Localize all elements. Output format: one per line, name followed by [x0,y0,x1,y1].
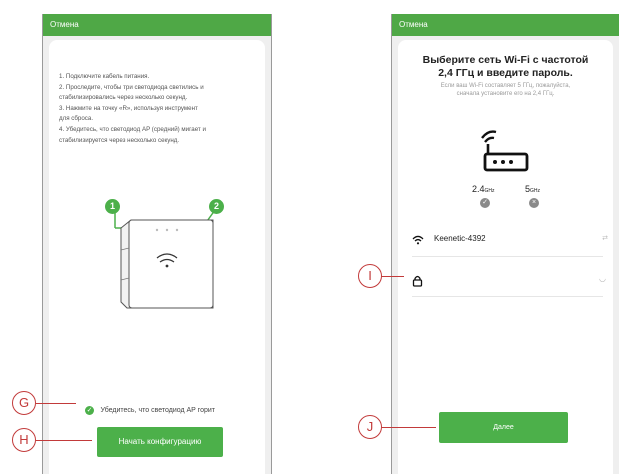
page-subtitle: Если ваш Wi-Fi составляет 5 ГГц, пожалуй… [408,82,603,98]
subtitle-line: сначала установите его на 2,4 ГГц. [456,91,555,97]
start-configuration-button[interactable]: Начать конфигурацию [97,427,223,457]
callout-i: I [358,264,382,288]
title-line: 2,4 ГГц и введите пароль. [438,67,573,79]
badge-1: 1 [105,199,120,214]
band-5-unsupported-icon: × [529,198,539,208]
instruction-line: стабилизировались через несколько секунд… [59,94,188,102]
left-phone-screen: Отмена 1. Подключите кабель питания. 2. … [42,14,272,474]
wifi-network-name: Keenetic-4392 [434,234,486,243]
router-icon [481,130,529,172]
next-button[interactable]: Далее [439,412,568,443]
right-phone-screen: Отмена Выберите сеть Wi-Fi с частотой 2,… [391,14,619,474]
band-5-unit: GHz [530,188,541,194]
title-line: Выберите сеть Wi-Fi с частотой [422,54,589,66]
switch-network-icon[interactable]: ⇄ [602,234,608,242]
password-divider [412,296,603,297]
callout-h-line [36,440,92,442]
band-24-supported-icon: ✓ [480,198,490,208]
instruction-line: 2. Проследите, чтобы три светодиода свет… [59,83,204,91]
instruction-line: для сброса. [59,115,94,123]
password-field-row[interactable]: ◡ [412,274,608,290]
badge-2: 2 [209,199,224,214]
instruction-line: стабилизируется через несколько секунд. [59,136,180,144]
band-5-label: 5GHz [525,184,540,194]
instruction-line: 1. Подключите кабель питания. [59,73,150,80]
confirm-led-text: Убедитесь, что светодиод AP горит [100,407,215,415]
network-divider [412,256,603,257]
setup-instructions-card: 1. Подключите кабель питания. 2. Прослед… [49,40,265,474]
cancel-link-right[interactable]: Отмена [392,14,619,36]
band-24-label: 2.4GHz [472,184,495,194]
callout-g: G [12,391,36,415]
callout-j-line [380,427,436,429]
page-title: Выберите сеть Wi-Fi с частотой 2,4 ГГц и… [398,54,613,80]
cancel-link-left[interactable]: Отмена [43,14,271,36]
callout-g-line [36,403,76,405]
wifi-network-row[interactable]: Keenetic-4392 ⇄ [412,232,608,248]
instructions-list: 1. Подключите кабель питания. 2. Прослед… [59,72,257,146]
show-password-icon[interactable]: ◡ [599,274,606,283]
callout-j: J [358,415,382,439]
instruction-line: 4. Убедитесь, что светодиод AP (средний)… [59,125,206,133]
callout-i-line [380,276,404,278]
wifi-select-card: Выберите сеть Wi-Fi с частотой 2,4 ГГц и… [398,40,613,474]
check-circle-icon[interactable]: ✓ [85,406,94,416]
band-24-value: 2.4 [472,184,485,194]
lock-icon [412,275,423,287]
confirm-led-row[interactable]: ✓ Убедитесь, что светодиод AP горит [85,402,215,416]
instruction-line: 3. Нажмите на точку «R», используя инстр… [59,104,198,112]
subtitle-line: Если ваш Wi-Fi составляет 5 ГГц, пожалуй… [440,83,571,89]
wifi-icon [412,235,424,245]
callout-h: H [12,428,36,452]
band-24-unit: GHz [484,188,495,194]
